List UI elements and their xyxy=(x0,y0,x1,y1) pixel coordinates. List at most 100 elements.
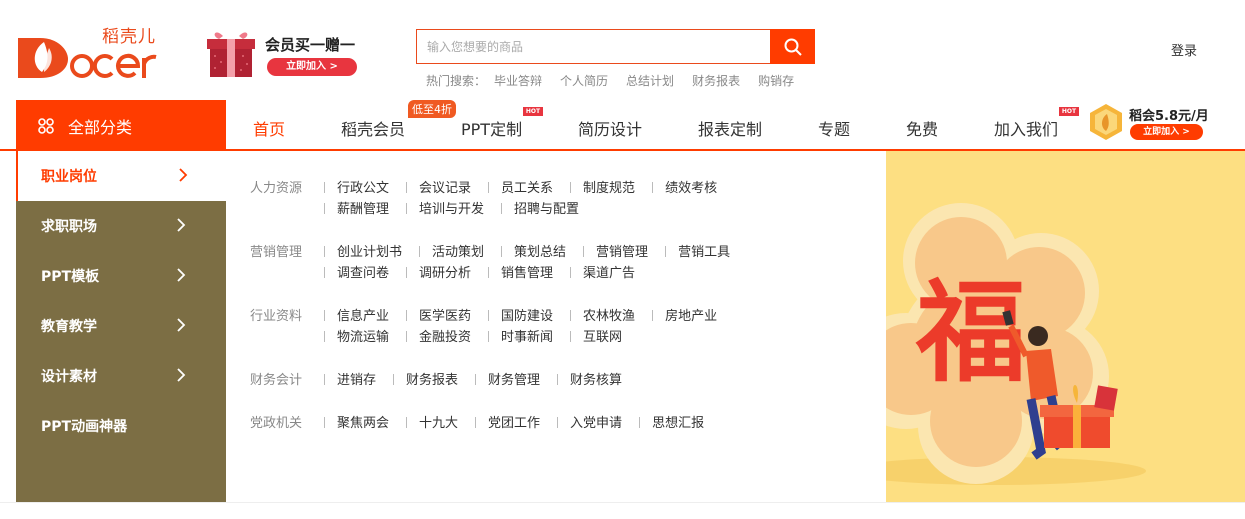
category-link-row: 物流运输 金融投资 时事新闻 互联网 xyxy=(324,326,864,347)
category-link-label: 创业计划书 xyxy=(337,245,403,260)
hot-search-term[interactable]: 毕业答辩 xyxy=(494,72,542,89)
category-link[interactable]: 十九大 xyxy=(406,415,475,436)
main-nav: 全部分类 首页 稻壳会员 低至4折 PPT定制 HOT 简历设计 报表定制 专题… xyxy=(0,100,1245,151)
nav-join-us[interactable]: 加入我们 xyxy=(994,116,1058,140)
nav-topics[interactable]: 专题 xyxy=(818,116,850,140)
nav-report-custom[interactable]: 报表定制 xyxy=(698,116,762,140)
vip-offer[interactable]: 稻会5.8元/月 立即加入 > xyxy=(1086,102,1216,146)
logo-mark-icon xyxy=(18,38,157,78)
category-link-label: 聚焦两会 xyxy=(337,416,390,431)
category-link[interactable]: 培训与开发 xyxy=(406,201,501,222)
category-link-label: 时事新闻 xyxy=(501,330,554,345)
category-link[interactable]: 调查问卷 xyxy=(324,265,406,286)
category-group-name: 人力资源 xyxy=(250,181,303,196)
category-link[interactable]: 房地产业 xyxy=(652,308,734,329)
category-link[interactable]: 时事新闻 xyxy=(488,329,570,350)
search-input[interactable] xyxy=(417,30,770,63)
category-link-label: 互联网 xyxy=(583,330,623,345)
category-links: 行政公文 会议记录 员工关系 制度规范 绩效考核 薪酬管理 培训与开发 招聘与配置 xyxy=(324,177,864,219)
login-link[interactable]: 登录 xyxy=(1171,40,1197,59)
link-separator xyxy=(406,417,408,428)
link-separator xyxy=(652,310,654,321)
category-link[interactable]: 调研分析 xyxy=(406,265,488,286)
member-promo[interactable]: 会员买一赠一 立即加入 > xyxy=(205,22,365,80)
link-separator xyxy=(501,246,503,257)
all-categories-label: 全部分类 xyxy=(68,117,133,137)
link-separator xyxy=(583,246,585,257)
promo-banner[interactable]: 福 xyxy=(886,151,1245,502)
category-link-label: 国防建设 xyxy=(501,309,554,324)
category-link[interactable]: 进销存 xyxy=(324,372,393,393)
category-dropdown-panel: 人力资源 行政公文 会议记录 员工关系 制度规范 绩效考核 薪酬管理 培训与开发 招聘与配置 营销… xyxy=(226,151,886,502)
vip-join-button[interactable]: 立即加入 > xyxy=(1130,124,1203,140)
category-link[interactable]: 渠道广告 xyxy=(570,265,652,286)
link-separator xyxy=(475,417,477,428)
category-link[interactable]: 聚焦两会 xyxy=(324,415,406,436)
nav-resume-design[interactable]: 简历设计 xyxy=(578,116,642,140)
promo-title: 会员买一赠一 xyxy=(265,36,356,54)
category-link[interactable]: 互联网 xyxy=(570,329,639,350)
link-separator xyxy=(488,331,490,342)
category-link[interactable]: 党团工作 xyxy=(475,415,557,436)
hot-search-term[interactable]: 购销存 xyxy=(758,72,794,89)
hot-search-term[interactable]: 总结计划 xyxy=(626,72,674,89)
category-link-row: 进销存 财务报表 财务管理 财务核算 xyxy=(324,369,864,390)
hot-search-term[interactable]: 个人简历 xyxy=(560,72,608,89)
category-link-label: 薪酬管理 xyxy=(337,202,390,217)
link-separator xyxy=(324,246,325,257)
sidebar-item-education[interactable]: 教育教学 xyxy=(16,301,226,351)
sidebar-item-label: PPT动画神器 xyxy=(41,419,128,435)
link-separator xyxy=(475,374,477,385)
link-separator xyxy=(324,417,325,428)
category-group-name: 财务会计 xyxy=(250,373,303,388)
category-link-label: 物流运输 xyxy=(337,330,390,345)
sidebar-item-ppt-templates[interactable]: PPT模板 xyxy=(16,251,226,301)
all-categories-button[interactable]: 全部分类 xyxy=(16,100,226,151)
category-link[interactable]: 财务管理 xyxy=(475,372,557,393)
category-link[interactable]: 思想汇报 xyxy=(639,415,721,436)
link-separator xyxy=(488,267,490,278)
category-link-label: 思想汇报 xyxy=(652,416,705,431)
category-link-label: 营销工具 xyxy=(678,245,731,260)
chevron-right-icon xyxy=(177,218,186,232)
docer-logo[interactable]: 稻壳儿 xyxy=(16,22,158,80)
category-link[interactable]: 财务核算 xyxy=(557,372,639,393)
category-link[interactable]: 销售管理 xyxy=(488,265,570,286)
sidebar-item-job-hunting[interactable]: 求职职场 xyxy=(16,201,226,251)
nav-free[interactable]: 免费 xyxy=(906,116,938,140)
chevron-right-icon xyxy=(177,268,186,282)
promo-join-button[interactable]: 立即加入 > xyxy=(267,58,357,76)
link-separator xyxy=(570,331,572,342)
sidebar-item-design-assets[interactable]: 设计素材 xyxy=(16,351,226,401)
link-separator xyxy=(557,417,559,428)
link-separator xyxy=(324,267,325,278)
category-link[interactable]: 入党申请 xyxy=(557,415,639,436)
category-link-label: 财务核算 xyxy=(570,373,623,388)
category-link-label: 策划总结 xyxy=(514,245,567,260)
link-separator xyxy=(665,246,667,257)
search-bar xyxy=(416,29,815,64)
category-link-label: 绩效考核 xyxy=(665,181,718,196)
category-link[interactable]: 金融投资 xyxy=(406,329,488,350)
sidebar-item-ppt-animation[interactable]: PPT动画神器 xyxy=(16,401,226,451)
sidebar-item-career[interactable]: 职业岗位 xyxy=(16,151,226,201)
page-root: 稻壳儿 会员买一赠一 立即加入 > 输入您想要的商品 热门搜索： 毕业答辩 个人… xyxy=(0,0,1245,519)
category-link[interactable]: 招聘与配置 xyxy=(501,201,596,222)
category-link-label: 财务报表 xyxy=(406,373,459,388)
category-link[interactable]: 绩效考核 xyxy=(652,180,734,201)
link-separator xyxy=(488,310,490,321)
link-separator xyxy=(406,310,408,321)
hot-search-term[interactable]: 财务报表 xyxy=(692,72,740,89)
category-link[interactable]: 财务报表 xyxy=(393,372,475,393)
category-link-label: 信息产业 xyxy=(337,309,390,324)
nav-home[interactable]: 首页 xyxy=(253,116,285,140)
category-link[interactable]: 薪酬管理 xyxy=(324,201,406,222)
category-link[interactable]: 营销工具 xyxy=(665,244,747,265)
category-link-label: 员工关系 xyxy=(501,181,554,196)
nav-ppt-custom[interactable]: PPT定制 xyxy=(461,116,522,140)
link-separator xyxy=(324,310,325,321)
sidebar-item-label: 求职职场 xyxy=(41,219,97,235)
category-link[interactable]: 物流运输 xyxy=(324,329,406,350)
nav-docer-vip[interactable]: 稻壳会员 xyxy=(341,116,405,140)
search-button[interactable] xyxy=(770,29,815,64)
